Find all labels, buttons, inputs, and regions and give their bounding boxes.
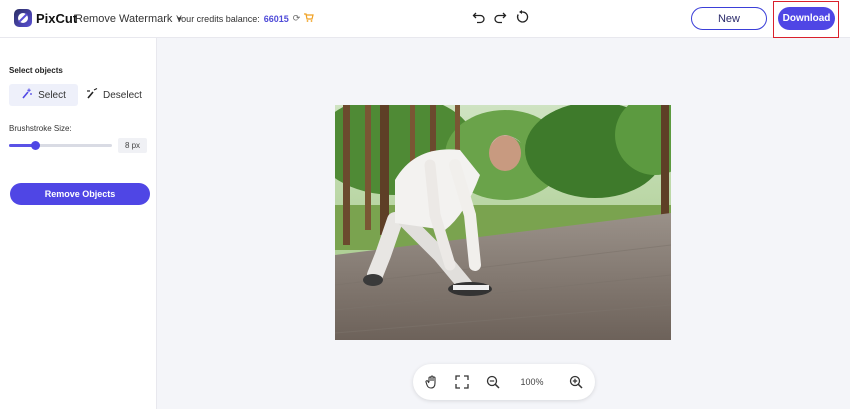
tool-dropdown-label: Remove Watermark [75, 13, 173, 25]
brand-name: PixCut [36, 11, 78, 26]
deselect-brush-icon [86, 88, 98, 102]
select-mode-button[interactable]: Select [9, 84, 78, 106]
canvas-image[interactable] [335, 105, 671, 340]
zoom-in-icon[interactable] [568, 374, 584, 390]
zoom-level: 100% [520, 377, 544, 387]
credits-label: Your credits balance: [176, 13, 260, 24]
credits-balance: Your credits balance: 66015 ⟳ [176, 13, 315, 24]
deselect-mode-button[interactable]: Deselect [86, 84, 146, 106]
hand-icon[interactable] [424, 374, 440, 390]
brush-size-value[interactable]: 8 px [118, 138, 147, 153]
remove-objects-button[interactable]: Remove Objects [10, 183, 150, 205]
redo-icon[interactable] [493, 10, 507, 24]
select-label: Select [38, 89, 66, 101]
left-sidebar: Select objects Select Deselect Brushstro… [0, 38, 157, 409]
cart-icon[interactable] [304, 13, 315, 24]
top-bar: PixCut Remove Watermark ▼ Your credits b… [0, 0, 850, 38]
undo-icon[interactable] [472, 10, 486, 24]
refresh-icon[interactable]: ⟳ [293, 13, 301, 24]
tool-dropdown[interactable]: Remove Watermark ▼ [75, 13, 183, 25]
reset-icon[interactable] [515, 10, 529, 24]
section-title: Select objects [9, 66, 63, 75]
zoom-toolbar: 100% [413, 364, 595, 400]
new-button[interactable]: New [691, 7, 767, 30]
deselect-label: Deselect [103, 89, 142, 101]
zoom-out-icon[interactable] [485, 374, 501, 390]
brush-size-label: Brushstroke Size: [9, 124, 72, 133]
credits-value: 66015 [263, 13, 289, 24]
pixcut-logo-icon[interactable] [14, 9, 32, 27]
brush-size-slider[interactable] [9, 141, 112, 150]
slider-thumb[interactable] [30, 141, 40, 150]
fit-screen-icon[interactable] [454, 374, 470, 390]
download-button[interactable]: Download [778, 7, 835, 30]
select-brush-icon [21, 88, 33, 102]
